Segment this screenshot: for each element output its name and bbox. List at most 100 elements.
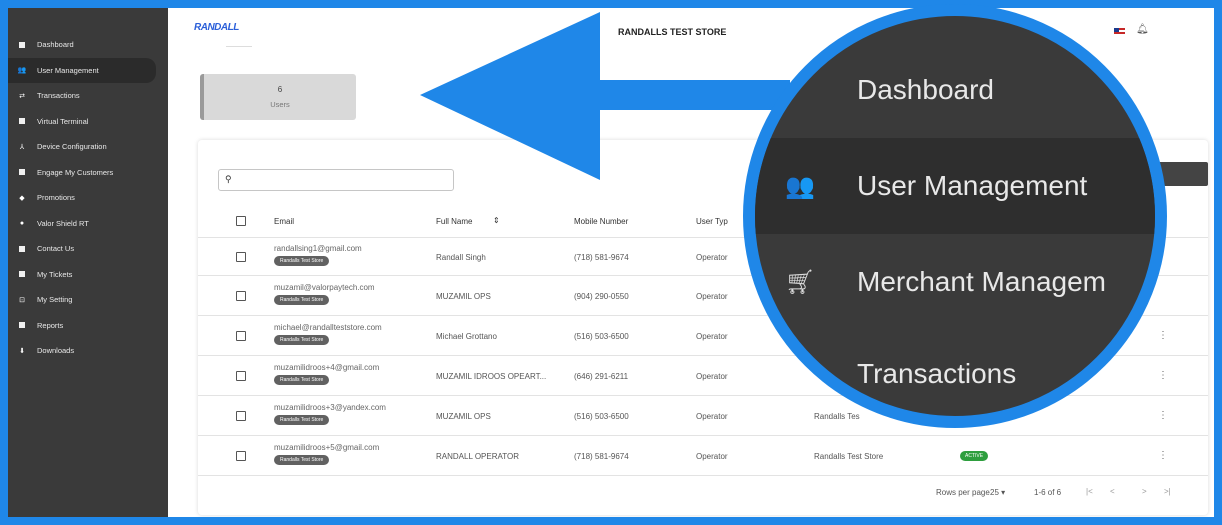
magnified-item-transactions: Transactions	[755, 326, 1155, 416]
row-mobile: (516) 503-6500	[574, 332, 629, 341]
row-user-type: Operator	[696, 412, 728, 421]
store-tag: Randalls Test Store	[274, 415, 330, 425]
status-badge: ACTIVE	[960, 451, 989, 461]
next-page-icon[interactable]: >	[1142, 487, 1147, 496]
row-mobile: (516) 503-6500	[574, 412, 629, 421]
sidebar-item-contact-us[interactable]: Contact Us	[8, 236, 156, 262]
row-mobile: (718) 581-9674	[574, 452, 629, 461]
row-mobile: (904) 290-0550	[574, 292, 629, 301]
search-input[interactable]: ⚲	[218, 169, 454, 191]
row-email: randallsing1@gmail.com	[274, 244, 362, 253]
users-summary-card[interactable]: 6 Users	[200, 74, 356, 120]
sidebar-item-label: Reports	[37, 320, 64, 330]
row-checkbox[interactable]	[236, 252, 246, 262]
magnified-item-user-management: 👥 User Management	[755, 138, 1155, 234]
sidebar-item-label: Promotions	[37, 193, 75, 203]
sidebar-item-label: Contact Us	[37, 244, 75, 254]
row-checkbox[interactable]	[236, 371, 246, 381]
last-page-icon[interactable]: >|	[1164, 487, 1171, 496]
sidebar-item-my-setting[interactable]: ⊡ My Setting	[8, 287, 156, 313]
column-header-email[interactable]: Email	[274, 217, 294, 226]
sidebar-item-transactions[interactable]: ⇄ Transactions	[8, 83, 156, 109]
more-options-icon[interactable]: ⋮	[1158, 410, 1168, 421]
row-email: muzamilidroos+4@gmail.com	[274, 363, 380, 372]
sidebar-item-virtual-terminal[interactable]: Virtual Terminal	[8, 109, 156, 135]
sidebar-item-label: Engage My Customers	[37, 167, 114, 177]
contact-icon	[18, 245, 26, 253]
row-user-type: Operator	[696, 332, 728, 341]
report-icon	[18, 321, 26, 329]
row-full-name: RANDALL OPERATOR	[436, 452, 519, 461]
sidebar-item-valor-shield-rt[interactable]: ● Valor Shield RT	[8, 211, 156, 237]
row-user-type: Operator	[696, 452, 728, 461]
row-checkbox[interactable]	[236, 451, 246, 461]
store-tag: Randalls Test Store	[274, 335, 330, 345]
row-user-type: Operator	[696, 253, 728, 262]
sidebar-item-label: Device Configuration	[37, 142, 107, 152]
row-full-name: MUZAMIL OPS	[436, 292, 491, 301]
search-icon: ⚲	[225, 174, 232, 184]
column-header-mobile[interactable]: Mobile Number	[574, 217, 628, 226]
sort-icon[interactable]: ⇕	[493, 216, 500, 225]
column-header-user-type[interactable]: User Typ	[696, 217, 728, 226]
transactions-icon: ⇄	[19, 92, 25, 100]
rows-per-page-select[interactable]: 25 ▾	[990, 488, 1005, 497]
rows-per-page-value: 25	[990, 488, 999, 497]
logo-divider	[226, 46, 252, 47]
row-full-name: Michael Grottano	[436, 332, 497, 341]
sidebar-item-promotions[interactable]: ◆ Promotions	[8, 185, 156, 211]
sidebar-item-engage-my-customers[interactable]: Engage My Customers	[8, 160, 156, 186]
sidebar-item-dashboard[interactable]: Dashboard	[8, 32, 156, 58]
row-email: muzamilidroos+5@gmail.com	[274, 443, 380, 452]
users-icon: 👥	[785, 172, 815, 200]
row-mobile: (718) 581-9674	[574, 253, 629, 262]
users-label: Users	[270, 100, 290, 109]
row-full-name: MUZAMIL IDROOS OPEART...	[436, 372, 547, 381]
us-flag-icon[interactable]	[1114, 28, 1125, 36]
column-header-full-name[interactable]: Full Name	[436, 217, 472, 226]
row-email: muzamilidroos+3@yandex.com	[274, 403, 386, 412]
sidebar-item-label: User Management	[37, 65, 99, 75]
sidebar-item-my-tickets[interactable]: My Tickets	[8, 262, 156, 288]
row-user-type: Operator	[696, 372, 728, 381]
magnified-item-dashboard: Dashboard	[755, 42, 1155, 138]
sidebar-item-user-management[interactable]: 👥 User Management	[8, 57, 156, 83]
sidebar-item-label: My Tickets	[37, 269, 73, 279]
row-checkbox[interactable]	[236, 291, 246, 301]
more-options-icon[interactable]: ⋮	[1158, 450, 1168, 461]
row-user-type: Operator	[696, 292, 728, 301]
store-tag: Randalls Test Store	[274, 295, 330, 305]
table-row[interactable]: muzamilidroos+5@gmail.com Randalls Test …	[198, 436, 1208, 476]
dashboard-icon	[18, 41, 26, 49]
users-icon: 👥	[17, 67, 27, 75]
sidebar-item-device-configuration[interactable]: ⅄ Device Configuration	[8, 134, 156, 160]
magnified-label: User Management	[857, 170, 1088, 201]
first-page-icon[interactable]: |<	[1086, 487, 1093, 496]
row-checkbox[interactable]	[236, 331, 246, 341]
prev-page-icon[interactable]: <	[1110, 487, 1115, 496]
sidebar-item-label: My Setting	[37, 295, 73, 305]
more-options-icon[interactable]: ⋮	[1158, 370, 1168, 381]
store-tag: Randalls Test Store	[274, 256, 330, 266]
users-count: 6	[277, 85, 283, 94]
select-all-checkbox[interactable]	[236, 216, 246, 226]
magnified-label: Dashboard	[857, 74, 994, 105]
sidebar-item-label: Downloads	[37, 346, 75, 356]
sidebar-item-downloads[interactable]: ⬇ Downloads	[8, 338, 156, 364]
brand-logo[interactable]: RANDALL	[194, 22, 239, 33]
tag-icon: ◆	[19, 194, 25, 202]
sidebar-item-label: Dashboard	[37, 40, 74, 50]
magnified-item-merchant-management: 🛒︎ Merchant Managem	[755, 234, 1155, 330]
bell-icon[interactable]: 🔔︎	[1136, 24, 1149, 35]
sidebar-item-reports[interactable]: Reports	[8, 313, 156, 339]
more-options-icon[interactable]: ⋮	[1158, 330, 1168, 341]
terminal-icon	[18, 117, 26, 125]
row-email: michael@randallteststore.com	[274, 323, 382, 332]
magnified-label: Merchant Managem	[857, 266, 1107, 297]
page-range: 1-6 of 6	[1034, 488, 1062, 497]
row-checkbox[interactable]	[236, 411, 246, 421]
device-icon: ⅄	[19, 143, 25, 151]
magnified-label: Transactions	[857, 358, 1017, 389]
sidebar-item-label: Virtual Terminal	[37, 116, 89, 126]
download-icon: ⬇	[19, 347, 25, 355]
